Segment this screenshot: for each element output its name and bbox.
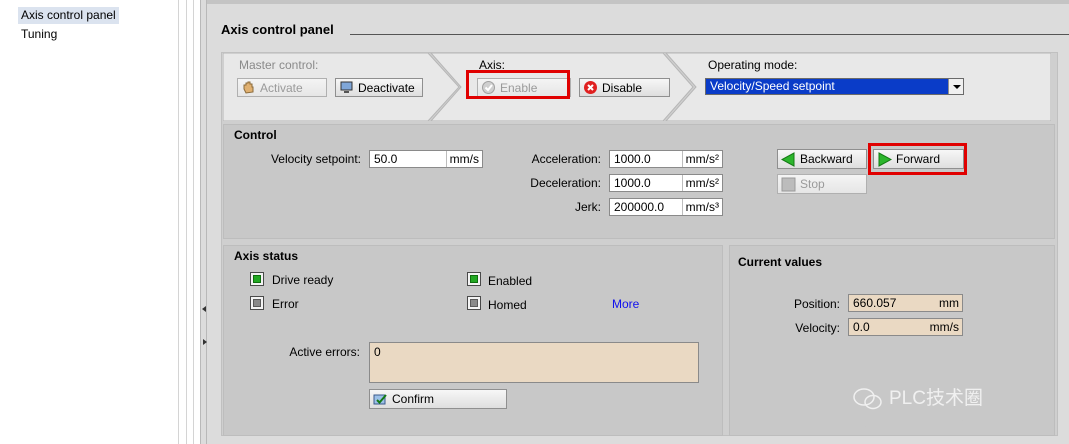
- error-indicator: [250, 296, 264, 310]
- position-unit: mm: [936, 295, 962, 311]
- navigation-tree: Axis control panel Tuning: [0, 0, 200, 444]
- deceleration-unit: mm/s²: [681, 175, 722, 191]
- acceleration-label: Acceleration:: [531, 152, 601, 166]
- confirm-icon: [373, 392, 388, 407]
- nav-item-axis-control-panel[interactable]: Axis control panel: [18, 7, 119, 24]
- stop-square-icon: [781, 177, 796, 192]
- axis-status-title: Axis status: [234, 249, 299, 263]
- operating-mode-value: Velocity/Speed setpoint: [710, 79, 835, 93]
- hand-icon: [241, 80, 256, 95]
- stop-x-icon: [583, 80, 598, 95]
- acceleration-value[interactable]: 1000.0: [610, 152, 682, 166]
- deactivate-button[interactable]: Deactivate: [335, 78, 423, 97]
- acceleration-field[interactable]: 1000.0 mm/s²: [609, 150, 723, 168]
- confirm-label: Confirm: [392, 392, 435, 406]
- drive-ready-label: Drive ready: [272, 273, 334, 287]
- position-field: 660.057 mm: [848, 294, 963, 312]
- more-link[interactable]: More: [612, 297, 639, 311]
- arrow-left-icon: [780, 151, 796, 167]
- homed-label: Homed: [488, 298, 527, 312]
- watermark-logo-text: PLC技术圈: [889, 388, 983, 409]
- activate-button[interactable]: Activate: [237, 78, 327, 97]
- disable-label: Disable: [602, 80, 643, 95]
- panel-splitter[interactable]: [200, 0, 207, 444]
- nav-grid-lines: [0, 0, 200, 444]
- deceleration-value[interactable]: 1000.0: [610, 176, 682, 190]
- chevron-down-icon[interactable]: [948, 79, 963, 94]
- error-label: Error: [272, 297, 299, 311]
- acceleration-unit: mm/s²: [681, 151, 722, 167]
- stop-label: Stop: [800, 177, 825, 191]
- velocity-setpoint-unit: mm/s: [445, 151, 482, 167]
- watermark-logo: PLC技术圈: [853, 383, 983, 411]
- title-divider: [350, 34, 1069, 35]
- operating-mode-label: Operating mode:: [708, 58, 798, 72]
- velocity-unit: mm/s: [926, 319, 962, 335]
- velocity-setpoint-label: Velocity setpoint:: [270, 152, 361, 166]
- control-title: Control: [234, 128, 277, 142]
- jerk-label: Jerk:: [574, 200, 601, 214]
- drive-ready-indicator: [250, 272, 264, 286]
- control-chevron-band: Master control: Activate Deactivate Axis…: [223, 53, 1051, 121]
- active-errors-box: 0: [369, 342, 699, 383]
- nav-item-tuning[interactable]: Tuning: [18, 26, 60, 43]
- current-values-title: Current values: [738, 255, 823, 269]
- enabled-indicator: [467, 272, 481, 286]
- homed-indicator: [467, 296, 481, 310]
- main-area: Axis control panel Master control: Activ…: [207, 0, 1069, 444]
- enable-highlight-box: [466, 70, 570, 99]
- watermark-url: https://blog.csdn.net/qq_45172832: [817, 416, 1002, 430]
- deceleration-label: Deceleration:: [530, 176, 601, 190]
- jerk-value[interactable]: 200000.0: [610, 200, 682, 214]
- stop-button[interactable]: Stop: [777, 174, 867, 194]
- deceleration-field[interactable]: 1000.0 mm/s²: [609, 174, 723, 192]
- jerk-field[interactable]: 200000.0 mm/s³: [609, 198, 723, 216]
- disable-button[interactable]: Disable: [579, 78, 670, 97]
- deactivate-label: Deactivate: [358, 80, 415, 95]
- position-label: Position:: [793, 297, 840, 311]
- page-title: Axis control panel: [221, 22, 334, 37]
- computer-icon: [339, 80, 354, 95]
- top-strip: [207, 0, 1069, 4]
- velocity-value: 0.0: [853, 320, 870, 334]
- operating-mode-select[interactable]: Velocity/Speed setpoint: [705, 78, 964, 95]
- activate-label: Activate: [260, 80, 303, 95]
- active-errors-label: Active errors:: [289, 345, 360, 359]
- backward-button[interactable]: Backward: [777, 149, 867, 169]
- velocity-setpoint-value[interactable]: 50.0: [370, 152, 446, 166]
- velocity-label: Velocity:: [795, 321, 840, 335]
- wechat-icon: [853, 388, 882, 410]
- velocity-field: 0.0 mm/s: [848, 318, 963, 336]
- jerk-unit: mm/s³: [681, 199, 722, 215]
- forward-highlight-box: [868, 143, 967, 175]
- enabled-label: Enabled: [488, 274, 533, 288]
- velocity-setpoint-field[interactable]: 50.0 mm/s: [369, 150, 483, 168]
- master-control-label: Master control:: [239, 58, 319, 72]
- position-value: 660.057: [853, 296, 897, 310]
- confirm-button[interactable]: Confirm: [369, 389, 507, 409]
- collapse-left-icon[interactable]: [202, 306, 206, 312]
- backward-label: Backward: [800, 152, 853, 166]
